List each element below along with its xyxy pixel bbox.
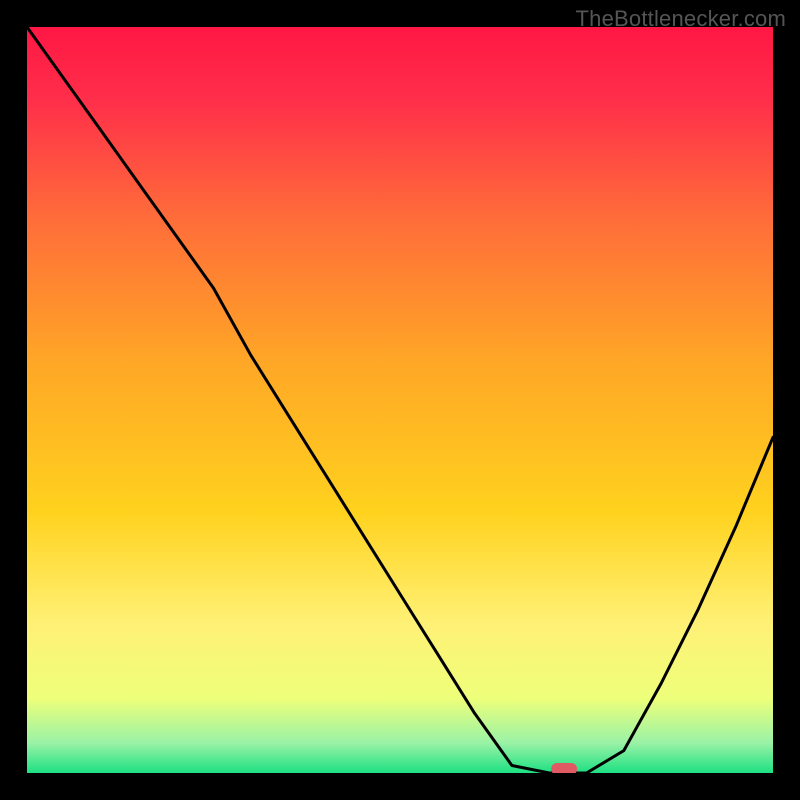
gradient-background xyxy=(27,27,773,773)
optimal-marker xyxy=(551,763,577,775)
chart-frame: TheBottlenecker.com xyxy=(0,0,800,800)
bottleneck-chart xyxy=(0,0,800,800)
